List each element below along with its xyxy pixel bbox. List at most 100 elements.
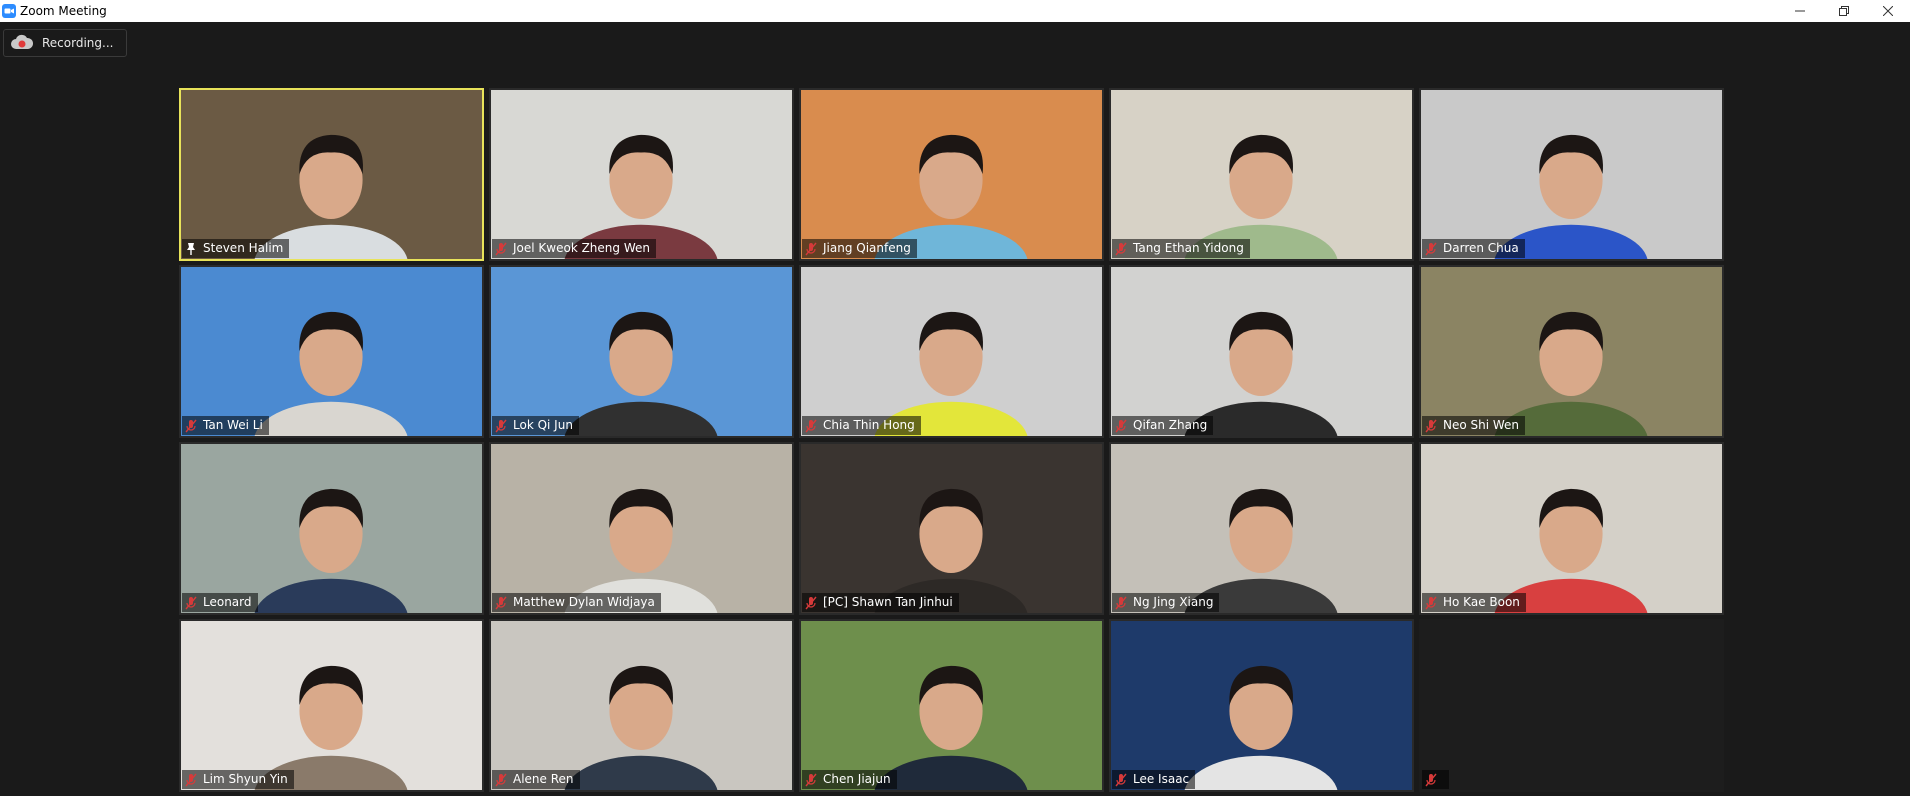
window-controls (1778, 0, 1910, 22)
participant-name: Qifan Zhang (1133, 418, 1208, 432)
participant-video-feed (181, 267, 482, 436)
participant-name-tag: Lim Shyun Yin (182, 770, 294, 789)
participant-video-feed (1421, 267, 1722, 436)
participant-name: Lok Qi Jun (513, 418, 573, 432)
muted-microphone-icon (1115, 773, 1127, 786)
muted-microphone-icon (495, 242, 507, 255)
participant-video-feed (1111, 90, 1412, 259)
participant-name: Chia Thin Hong (823, 418, 915, 432)
restore-button[interactable] (1822, 0, 1866, 22)
participant-video-feed (491, 444, 792, 613)
participant-name: Ho Kae Boon (1443, 595, 1520, 609)
participant-video-tile[interactable]: Lim Shyun Yin (179, 619, 484, 792)
participant-video-feed (181, 90, 482, 259)
participant-name-tag: Alene Ren (492, 770, 580, 789)
muted-microphone-icon (185, 419, 197, 432)
muted-microphone-icon (805, 773, 817, 786)
participant-name: [PC] Shawn Tan Jinhui (823, 595, 953, 609)
participant-video-feed (1111, 444, 1412, 613)
muted-microphone-icon (1425, 242, 1437, 255)
participant-video-tile[interactable]: Lee Isaac (1109, 619, 1414, 792)
participant-name: Tan Wei Li (203, 418, 263, 432)
participant-name: Alene Ren (513, 772, 574, 786)
participant-name-tag: Steven Halim (182, 239, 290, 258)
muted-microphone-icon (495, 773, 507, 786)
muted-microphone-icon (185, 773, 197, 786)
participant-video-tile[interactable]: Neo Shi Wen (1419, 265, 1724, 438)
participant-video-tile[interactable]: [PC] Shawn Tan Jinhui (799, 442, 1104, 615)
title-bar: Zoom Meeting (0, 0, 1910, 22)
participant-video-tile[interactable]: Joel Kweok Zheng Wen (489, 88, 794, 261)
participant-name-tag: Leonard (182, 593, 258, 612)
participant-name-tag: [PC] Shawn Tan Jinhui (802, 593, 959, 612)
pin-icon (187, 242, 195, 255)
participant-video-feed (1111, 621, 1412, 790)
restore-icon (1839, 6, 1849, 16)
participant-video-feed (181, 621, 482, 790)
participant-name-tag: Tan Wei Li (182, 416, 269, 435)
muted-microphone-icon (1115, 596, 1127, 609)
participant-video-tile[interactable]: Chen Jiajun (799, 619, 1104, 792)
participant-name: Leonard (203, 595, 252, 609)
participant-video-feed (491, 267, 792, 436)
participant-video-feed (491, 621, 792, 790)
participant-video-tile[interactable]: Qifan Zhang (1109, 265, 1414, 438)
participant-video-feed (801, 90, 1102, 259)
muted-microphone-icon (1115, 242, 1127, 255)
participant-name-tag: Jiang Qianfeng (802, 239, 917, 258)
participant-name: Matthew Dylan Widjaya (513, 595, 655, 609)
participant-name-tag: Chen Jiajun (802, 770, 897, 789)
participant-name: Steven Halim (203, 241, 284, 255)
muted-microphone-icon (495, 596, 507, 609)
close-button[interactable] (1866, 0, 1910, 22)
video-gallery: Steven Halim Joel Kweok Zheng Wen Jiang Qi… (179, 88, 1724, 792)
participant-video-feed (1111, 267, 1412, 436)
muted-microphone-icon (805, 596, 817, 609)
participant-video-tile[interactable]: Tan Wei Li (179, 265, 484, 438)
participant-name-tag: Neo Shi Wen (1422, 416, 1526, 435)
participant-video-tile[interactable]: Lok Qi Jun (489, 265, 794, 438)
participant-name-tag: Darren Chua (1422, 239, 1525, 258)
participant-name: Chen Jiajun (823, 772, 891, 786)
participant-video-feed (1421, 444, 1722, 613)
participant-name-tag: Ho Kae Boon (1422, 593, 1526, 612)
participant-video-tile[interactable]: Darren Chua (1419, 88, 1724, 261)
participant-video-feed (801, 621, 1102, 790)
muted-microphone-icon (495, 419, 507, 432)
cloud-recording-icon (11, 34, 34, 49)
participant-video-feed (801, 267, 1102, 436)
participant-video-tile[interactable]: Ho Kae Boon (1419, 442, 1724, 615)
window-title: Zoom Meeting (20, 4, 107, 18)
participant-name: Lim Shyun Yin (203, 772, 288, 786)
participant-name-tag: Lok Qi Jun (492, 416, 579, 435)
participant-video-tile[interactable]: Tang Ethan Yidong (1109, 88, 1414, 261)
participant-name: Jiang Qianfeng (823, 241, 911, 255)
participant-name: Joel Kweok Zheng Wen (513, 241, 650, 255)
muted-microphone-icon (1425, 596, 1437, 609)
minimize-button[interactable] (1778, 0, 1822, 22)
recording-indicator[interactable]: Recording... (3, 29, 127, 57)
muted-microphone-icon (805, 419, 817, 432)
participant-video-tile[interactable]: Matthew Dylan Widjaya (489, 442, 794, 615)
participant-name-tag: Tang Ethan Yidong (1112, 239, 1250, 258)
participant-name: Neo Shi Wen (1443, 418, 1520, 432)
participant-video-tile[interactable] (1419, 619, 1724, 792)
participant-name: Tang Ethan Yidong (1133, 241, 1244, 255)
close-icon (1883, 6, 1893, 16)
participant-video-tile[interactable]: Ng Jing Xiang (1109, 442, 1414, 615)
participant-video-tile[interactable]: Leonard (179, 442, 484, 615)
muted-microphone-icon (805, 242, 817, 255)
participant-name: Ng Jing Xiang (1133, 595, 1214, 609)
participant-name-tag: Ng Jing Xiang (1112, 593, 1220, 612)
participant-video-tile[interactable]: Chia Thin Hong (799, 265, 1104, 438)
participant-video-feed (491, 90, 792, 259)
participant-name-tag: Joel Kweok Zheng Wen (492, 239, 656, 258)
minimize-icon (1795, 10, 1805, 12)
participant-name: Lee Isaac (1133, 772, 1190, 786)
participant-video-tile[interactable]: Alene Ren (489, 619, 794, 792)
muted-microphone-icon (1115, 419, 1127, 432)
participant-video-tile[interactable]: Steven Halim (179, 88, 484, 261)
muted-microphone-icon (1425, 419, 1437, 432)
participant-video-tile[interactable]: Jiang Qianfeng (799, 88, 1104, 261)
participant-video-feed (1421, 90, 1722, 259)
